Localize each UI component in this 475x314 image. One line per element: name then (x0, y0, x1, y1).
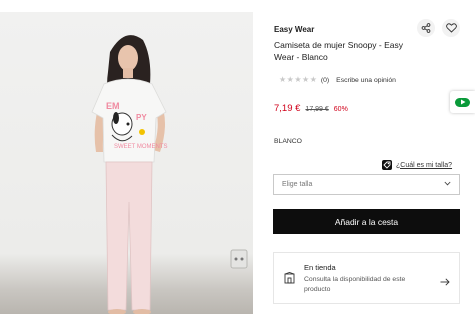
rating-count: (0) (320, 76, 330, 84)
product-title: Camiseta de mujer Snoopy - Easy Wear - B… (274, 40, 403, 62)
price-row: 7,19 € 17,99 € 60% (274, 103, 348, 114)
store-icon (284, 271, 295, 289)
write-review-link[interactable]: Escribe una opinión (336, 77, 396, 84)
current-price: 7,19 € (274, 103, 301, 114)
tag-icon (382, 160, 392, 170)
store-title: En tienda (304, 263, 336, 272)
svg-text:SWEET MOMENTS: SWEET MOMENTS (114, 144, 168, 150)
add-to-cart-button[interactable]: Añadir a la cesta (273, 209, 460, 234)
size-guide[interactable]: ¿Cuál es mi talla? (382, 160, 452, 170)
promo-badge (455, 97, 470, 107)
svg-text:PY: PY (136, 113, 147, 122)
size-select-value: Elige talla (282, 181, 313, 188)
favorite-button[interactable] (442, 19, 460, 37)
original-price: 17,99 € (305, 106, 329, 113)
model-illustration: EM PY SWEET MOMENTS (91, 35, 248, 314)
play-icon (460, 99, 465, 105)
rating-row: ★ ★ ★ ★ ★ (0) Escribe una opinión (279, 76, 396, 84)
star-icon: ★ (286, 75, 294, 84)
heart-icon (445, 23, 457, 33)
color-label: BLANCO (274, 138, 302, 145)
share-icon (421, 23, 431, 33)
star-icon: ★ (279, 75, 287, 84)
size-select[interactable]: Elige talla (273, 174, 460, 195)
promo-tab[interactable] (450, 91, 475, 113)
product-brand[interactable]: Easy Wear (274, 25, 314, 34)
star-icon: ★ (309, 75, 317, 84)
size-guide-link[interactable]: ¿Cuál es mi talla? (396, 162, 452, 169)
product-photo[interactable]: EM PY SWEET MOMENTS (0, 12, 253, 314)
store-availability-card[interactable]: En tienda Consulta la disponibilidad de … (273, 252, 460, 304)
star-icon: ★ (294, 75, 302, 84)
chevron-down-icon (444, 181, 451, 188)
svg-text:EM: EM (106, 101, 120, 111)
star-icon: ★ (302, 75, 310, 84)
arrow-right-icon (440, 273, 450, 291)
rating-stars: ★ ★ ★ ★ ★ (279, 76, 317, 84)
share-button[interactable] (417, 19, 435, 37)
store-description: Consulta la disponibilidad de este produ… (304, 276, 406, 293)
discount-badge: 60% (333, 106, 348, 113)
